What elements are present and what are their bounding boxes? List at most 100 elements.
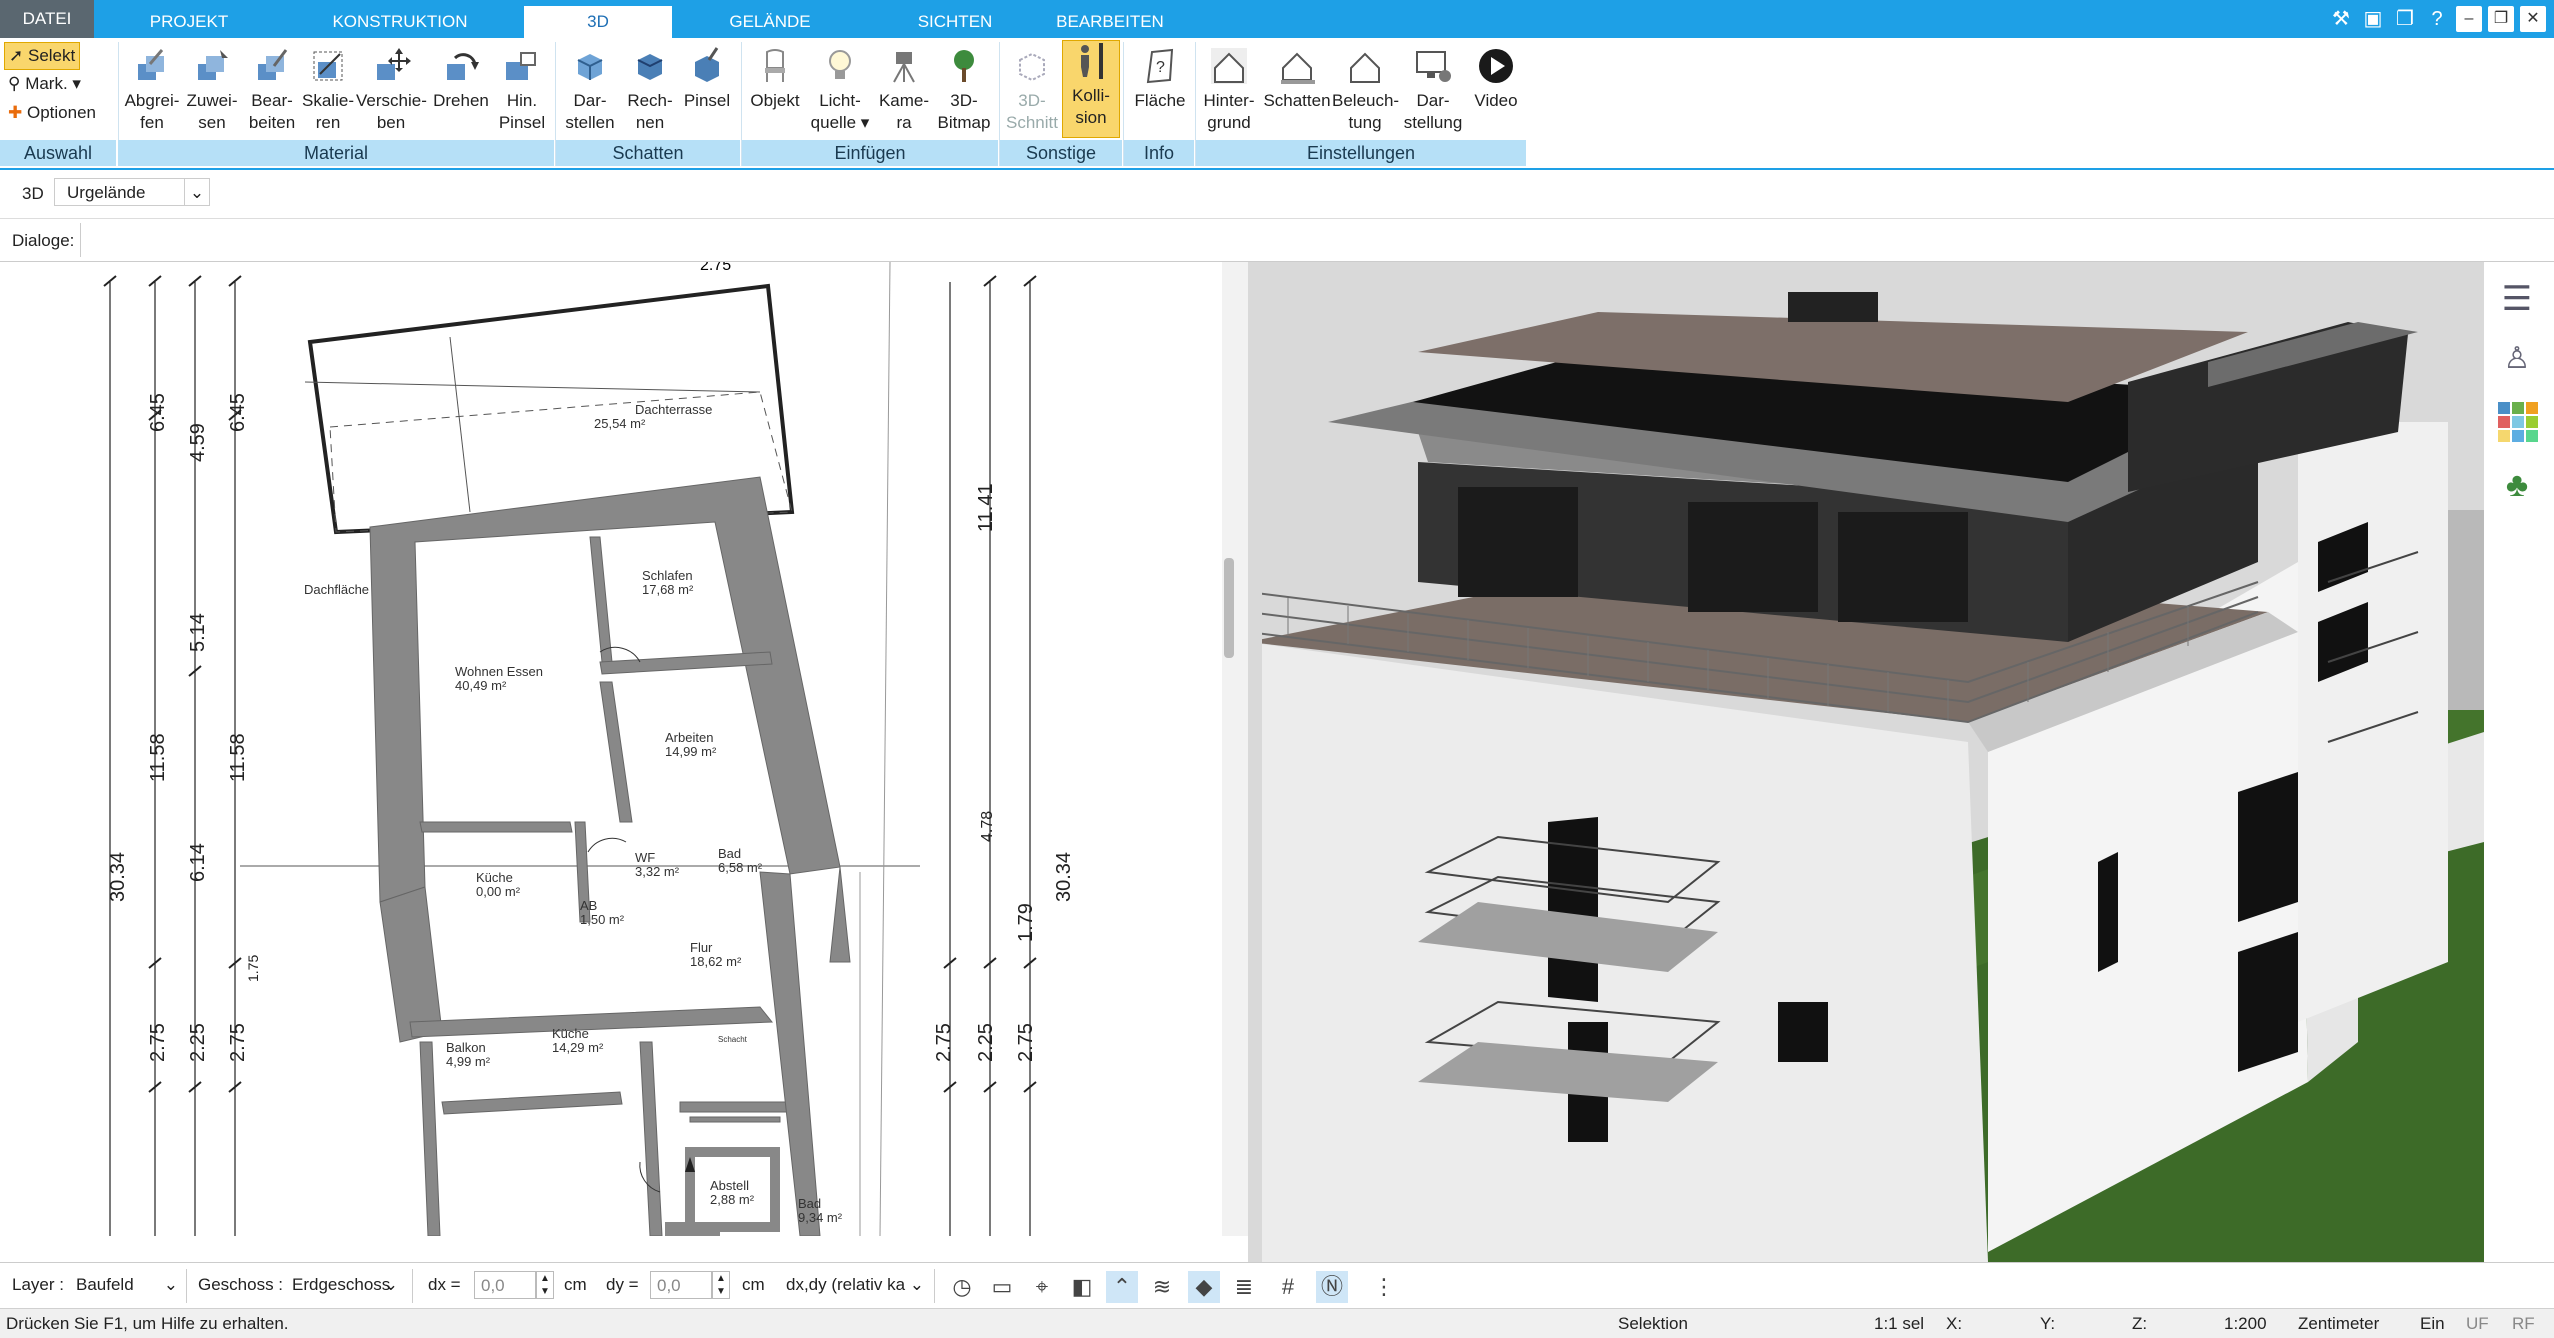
tree-icon[interactable]: ♣ [2492,460,2542,510]
shadow-brush-button[interactable]: Pinsel [680,46,734,112]
monitor-gear-icon [1416,51,1451,82]
tab-terrain[interactable]: GELÄNDE [720,6,820,38]
select-tool[interactable]: ➚ Selekt [4,42,81,70]
insert-object-button[interactable]: Objekt [746,46,804,112]
clock-icon[interactable]: ◷ [946,1271,978,1303]
dimension-label: 2.75 [227,1023,249,1062]
insert-camera-button[interactable]: Kame-ra [874,46,934,134]
chair-icon[interactable]: ♙ [2492,334,2542,384]
collision-button[interactable]: Kolli-sion [1062,40,1120,138]
room-area: 2,88 m² [710,1192,755,1207]
rotate-material-button[interactable]: Drehen [430,46,492,112]
chair-icon [765,49,785,82]
cursor-icon: ➚ [9,46,24,65]
move-icon [377,48,411,80]
tab-3d[interactable]: 3D [524,6,672,38]
assign-icon [198,50,228,80]
move-material-button[interactable]: Verschie-ben [356,46,427,134]
options-button[interactable]: ✚ Optionen [4,100,100,126]
room-name: Bad [798,1196,821,1211]
shadow-show-button[interactable]: Dar-stellen [560,46,620,134]
windows-icon[interactable]: ❐ [2392,6,2418,32]
grid-icon[interactable]: # [1272,1271,1304,1303]
room-name: WF [635,850,655,865]
room-name: Arbeiten [665,730,713,745]
close-button[interactable]: ✕ [2520,6,2546,32]
tab-file[interactable]: DATEI [0,0,94,38]
area-button[interactable]: ? Fläche [1130,46,1190,112]
cube-brush-icon [695,47,719,82]
restore-button[interactable]: ❐ [2488,6,2514,32]
brush-icon [258,49,288,80]
wave-icon[interactable]: ≋ [1146,1271,1178,1303]
group-label-selection: Auswahl [0,140,116,166]
dx-stepper[interactable]: ▲ ▼ [536,1271,554,1299]
shadow-calc-button[interactable]: Rech-nen [620,46,680,134]
room-area: 3,32 m² [635,864,680,879]
tab-views[interactable]: SICHTEN [900,6,1010,38]
display-settings-button[interactable]: Dar-stellung [1400,46,1466,134]
plane-icon[interactable]: ◆ [1188,1271,1220,1303]
insert-bitmap-button[interactable]: 3D- Bitmap [934,46,994,134]
north-icon[interactable]: Ⓝ [1316,1271,1348,1303]
lighting-button[interactable]: Beleuch-tung [1332,46,1399,134]
room-area: 40,49 m² [455,678,507,693]
video-button[interactable]: Video [1468,46,1524,112]
stack-icon[interactable]: ≣ [1228,1271,1260,1303]
layer-select[interactable]: Baufeld ⌄ [70,1271,182,1299]
room-name: Dachterrasse [635,402,712,417]
pipette-icon [138,49,164,80]
dy-input[interactable]: 0,0 [650,1271,712,1299]
vertical-scrollbar[interactable] [1224,558,1234,658]
monitor-icon[interactable]: ▭ [986,1271,1018,1303]
layers-icon[interactable]: ☰ [2492,274,2542,324]
more-icon[interactable]: ⋮ [1368,1271,1400,1303]
tab-project[interactable]: PROJEKT [130,6,248,38]
edit-material-button[interactable]: Bear-beiten [244,46,300,134]
dx-input[interactable]: 0,0 [474,1271,536,1299]
help-icon[interactable]: ? [2424,6,2450,32]
mark-tool[interactable]: ⚲ Mark. ▾ [4,71,85,97]
dialogs-label: Dialoge: [12,231,75,250]
status-unit: Zentimeter [2298,1314,2380,1333]
splitter[interactable] [1222,262,1248,1236]
tools-icon[interactable]: ⚒ [2328,6,2354,32]
roof-icon[interactable]: ⌃ [1106,1271,1138,1303]
collision-icon [1081,43,1103,79]
status-uf: UF [2466,1314,2489,1333]
floor-plan-view[interactable]: 2.75 Dachterrasse 25,54 m² Dachfläche Sc… [0,262,1222,1236]
tab-edit[interactable]: BEARBEITEN [1050,6,1170,38]
camera-icon[interactable]: ⌖ [1026,1271,1058,1303]
shadow-settings-button[interactable]: Schatten [1262,46,1332,112]
tab-construction[interactable]: KONSTRUKTION [320,6,480,38]
room-area: 25,54 m² [594,416,646,431]
dy-stepper[interactable]: ▲ ▼ [712,1271,730,1299]
3d-view[interactable] [1248,262,2484,1262]
top-dimension: 2.75 [700,262,731,274]
hint-brush-icon [506,52,536,80]
section-3d-button[interactable]: 3D- Schnitt [1004,46,1060,134]
group-label-insert: Einfügen [742,140,998,166]
room-name: AB [580,898,597,913]
floor-select[interactable]: Erdgeschoss ⌄ [286,1271,402,1299]
background-button[interactable]: Hinter-grund [1198,46,1260,134]
materials-icon[interactable] [2498,402,2538,442]
room-area: 18,62 m² [690,954,742,969]
room-name: Bad [718,846,741,861]
scale-material-button[interactable]: Skalie-ren [300,46,356,134]
room-name: Balkon [446,1040,486,1055]
pick-material-button[interactable]: Abgrei-fen [124,46,180,134]
scale-icon [313,51,343,81]
coordinate-mode-select[interactable]: dx,dy (relativ ka ⌄ [780,1271,928,1299]
minimize-button[interactable]: – [2456,6,2482,32]
hint-brush-button[interactable]: Hin. Pinsel [494,46,550,134]
tree-icon [954,50,974,82]
insert-light-button[interactable]: Licht-quelle ▾ [808,46,872,134]
status-mode: Selektion [1618,1314,1688,1333]
mark-icon: ⚲ [8,74,21,93]
cube-icon[interactable]: ◧ [1066,1271,1098,1303]
window-icon[interactable]: ▣ [2360,6,2386,32]
dy-label: dy = [606,1275,639,1294]
terrain-select[interactable]: Urgelände ⌄ [54,178,210,206]
assign-material-button[interactable]: Zuwei-sen [184,46,240,134]
